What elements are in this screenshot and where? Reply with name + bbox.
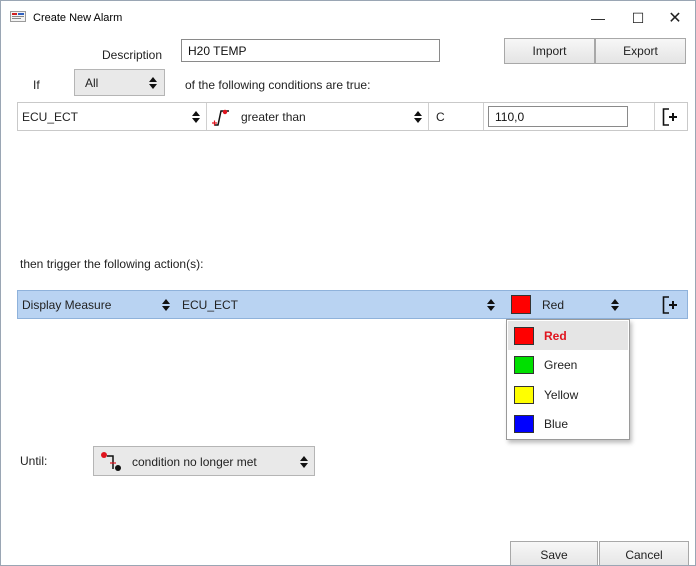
add-row-icon[interactable] [662, 296, 680, 314]
condition-row[interactable]: ECU_ECT greater than C [17, 102, 688, 131]
condition-value-input[interactable] [488, 106, 628, 127]
close-button[interactable]: ✕ [656, 1, 694, 35]
condition-unit: C [436, 110, 445, 124]
color-option-green[interactable]: Green [508, 350, 628, 379]
threshold-rise-icon [212, 109, 229, 126]
updown-arrows-icon [149, 77, 157, 89]
updown-arrows-icon[interactable] [162, 299, 170, 311]
description-label: Description [102, 48, 163, 62]
create-alarm-window: Create New Alarm — ☐ ✕ Description Impor… [0, 0, 696, 566]
conditions-text: of the following conditions are true: [185, 78, 371, 92]
actions-heading: then trigger the following action(s): [20, 257, 204, 271]
condition-operator: greater than [241, 110, 306, 124]
updown-arrows-icon[interactable] [192, 111, 200, 123]
action-type: Display Measure [22, 298, 112, 312]
color-option-label: Green [544, 358, 578, 372]
action-color-swatch[interactable] [511, 295, 531, 314]
export-button[interactable]: Export [595, 38, 686, 64]
updown-arrows-icon[interactable] [611, 299, 619, 311]
until-value: condition no longer met [132, 455, 257, 469]
save-button[interactable]: Save [510, 541, 598, 565]
until-select[interactable]: condition no longer met [93, 446, 315, 476]
if-label: If [33, 78, 40, 92]
color-option-label: Red [544, 329, 567, 343]
condition-end-icon [101, 452, 121, 471]
action-channel: ECU_ECT [182, 298, 239, 312]
color-option-blue[interactable]: Blue [508, 409, 628, 438]
color-dropdown: Red Green Yellow Blue [506, 319, 630, 440]
app-icon [10, 11, 26, 22]
import-button[interactable]: Import [504, 38, 595, 64]
match-select[interactable]: All [74, 69, 165, 96]
updown-arrows-icon [300, 456, 308, 468]
title-bar[interactable]: Create New Alarm — ☐ ✕ [1, 1, 695, 35]
updown-arrows-icon[interactable] [487, 299, 495, 311]
condition-channel: ECU_ECT [22, 110, 79, 124]
maximize-button[interactable]: ☐ [619, 1, 657, 35]
color-option-label: Yellow [544, 388, 579, 402]
color-swatch [514, 415, 534, 433]
color-option-label: Blue [544, 417, 569, 431]
description-input[interactable] [181, 39, 440, 62]
color-swatch [514, 356, 534, 374]
match-select-value: All [85, 76, 99, 90]
color-swatch [514, 327, 534, 345]
action-color-label[interactable]: Red [542, 298, 564, 312]
cancel-button[interactable]: Cancel [599, 541, 689, 565]
updown-arrows-icon[interactable] [414, 111, 422, 123]
color-swatch [514, 386, 534, 404]
until-label: Until: [20, 454, 48, 468]
minimize-button[interactable]: — [579, 1, 617, 35]
color-option-red[interactable]: Red [508, 321, 628, 350]
action-row[interactable]: Display Measure ECU_ECT Red [17, 290, 688, 319]
window-title: Create New Alarm [33, 12, 123, 24]
add-row-icon[interactable] [662, 108, 680, 126]
color-option-yellow[interactable]: Yellow [508, 380, 628, 409]
